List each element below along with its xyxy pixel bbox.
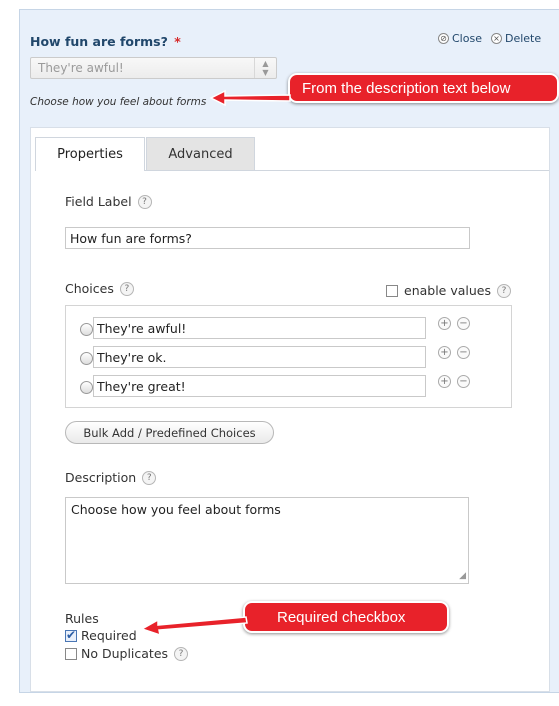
description-textarea-value: Choose how you feel about forms [71,502,281,517]
field-title-text: How fun are forms? [30,34,168,49]
bulk-add-button[interactable]: Bulk Add / Predefined Choices [65,421,274,444]
preview-description: Choose how you feel about forms [30,96,207,108]
tab-advanced[interactable]: Advanced [146,137,255,171]
remove-choice-icon[interactable]: − [457,375,470,388]
choices-help-icon[interactable]: ? [119,281,134,296]
enable-values-help-icon[interactable]: ? [497,283,511,298]
field-label-help-icon[interactable]: ? [137,194,152,209]
enable-values-toggle[interactable]: enable values ? [386,283,511,298]
add-choice-icon[interactable]: + [438,346,451,359]
remove-choice-icon[interactable]: − [457,317,470,330]
description-heading: Description ? [65,470,157,485]
enable-values-label: enable values [404,283,491,298]
field-editor-panel: How fun are forms? * ⊘ Close × Delete Th… [19,9,559,693]
close-icon: ⊘ [438,33,449,44]
arrow-description-icon [209,89,291,107]
description-help-icon[interactable]: ? [142,470,157,485]
callout-description: From the description text below [288,73,559,103]
rule-no-duplicates[interactable]: No Duplicates ? [65,646,189,661]
rule-required[interactable]: ✔ Required [65,628,137,643]
field-label-heading-text: Field Label [65,194,132,209]
tab-properties[interactable]: Properties [35,137,145,171]
choice-2-input[interactable]: They're ok. [93,346,426,368]
add-choice-icon[interactable]: + [438,317,451,330]
no-duplicates-checkbox[interactable] [65,647,77,660]
rules-heading: Rules [65,611,99,626]
no-duplicates-label: No Duplicates [81,646,169,661]
required-checkbox[interactable]: ✔ [65,627,77,642]
checkmark-icon: ✔ [66,627,77,642]
close-link[interactable]: ⊘ Close [438,32,482,45]
required-star: * [174,34,181,49]
select-arrows-icon: ▲ ▼ [254,58,276,78]
remove-choice-icon[interactable]: − [457,346,470,359]
callout-required: Required checkbox [243,601,449,633]
choices-heading: Choices ? [65,281,134,296]
resize-grip-icon[interactable]: ◢ [459,572,466,581]
field-title: How fun are forms? * [30,34,181,49]
choice-3-input[interactable]: They're great! [93,375,426,397]
preview-select[interactable]: They're awful! ▲ ▼ [30,57,277,79]
add-choice-icon[interactable]: + [438,375,451,388]
choice-1-input[interactable]: They're awful! [93,317,426,339]
no-duplicates-help-icon[interactable]: ? [174,646,189,661]
choices-heading-text: Choices [65,281,114,296]
delete-label: Delete [505,32,542,45]
required-label: Required [81,628,137,643]
preview-select-value: They're awful! [38,61,124,75]
field-label-input[interactable]: How fun are forms? [65,227,470,249]
description-heading-text: Description [65,470,137,485]
enable-values-checkbox[interactable] [386,284,398,297]
delete-icon: × [491,33,502,44]
close-label: Close [452,32,482,45]
choice-3-radio[interactable] [80,381,93,394]
tab-divider [145,170,549,171]
delete-link[interactable]: × Delete [491,32,541,45]
description-textarea[interactable]: Choose how you feel about forms ◢ [65,497,469,584]
choice-2-radio[interactable] [80,352,93,365]
choices-list: They're awful! + − They're ok. + − They'… [65,305,512,408]
choice-1-radio[interactable] [80,323,93,336]
arrow-required-icon [140,616,248,637]
field-label-heading: Field Label ? [65,194,152,209]
